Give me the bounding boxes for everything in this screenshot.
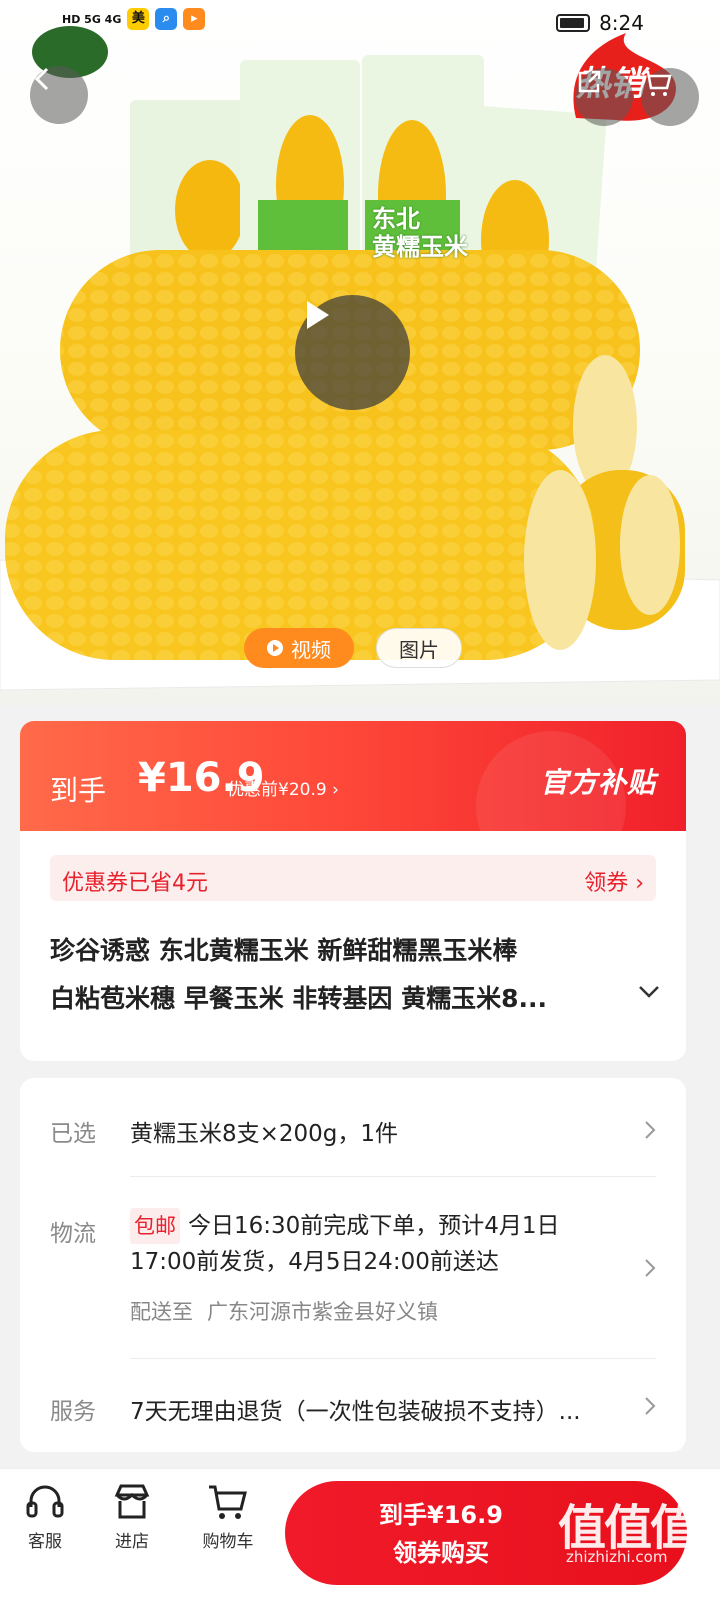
divider bbox=[130, 1358, 656, 1359]
store-label: 进店 bbox=[115, 1532, 149, 1552]
product-title-line2: 白粘苞米穗 早餐玉米 非转基因 黄糯玉米8... bbox=[50, 984, 547, 1013]
status-left: HD 5G 4G 美 ⌕ ▸ bbox=[62, 8, 206, 30]
service-value: 7天无理由退货（一次性包装破损不支持）... bbox=[130, 1399, 581, 1425]
original-price-link[interactable]: 优惠前¥20.9 › bbox=[227, 775, 339, 800]
coupon-saved-text: 优惠券已省4元 bbox=[62, 871, 208, 896]
cart-label: 购物车 bbox=[202, 1532, 254, 1552]
battery-icon bbox=[556, 14, 590, 32]
share-button[interactable] bbox=[575, 68, 633, 126]
customer-service-button[interactable]: 客服 bbox=[5, 1483, 85, 1552]
buy-price-text: 到手¥16.9 bbox=[379, 1501, 503, 1529]
ship-to: 配送至 广东河源市紫金县好义镇 bbox=[130, 1296, 438, 1326]
chevron-right-icon bbox=[645, 1121, 656, 1139]
package-text-line1: 东北 bbox=[372, 205, 420, 233]
product-title-line1: 珍谷诱惑 东北黄糯玉米 新鲜甜糯黑玉米棒 bbox=[50, 936, 518, 965]
official-subsidy-badge: 官方补贴 bbox=[539, 766, 656, 799]
chevron-right-icon bbox=[645, 1397, 656, 1415]
play-circle-icon bbox=[267, 640, 283, 656]
ship-to-address: 广东河源市紫金县好义镇 bbox=[207, 1300, 438, 1324]
media-tabs: 视频 图片 bbox=[244, 628, 462, 668]
package-2 bbox=[240, 60, 360, 275]
app-badge-search-icon: ⌕ bbox=[155, 8, 178, 30]
delivery-estimate: 包邮 今日16:30前完成下单，预计4月1日 17:00前发货，4月5日24:00… bbox=[130, 1208, 620, 1280]
cart-icon bbox=[209, 1485, 247, 1519]
service-label: 服务 bbox=[50, 1399, 96, 1425]
logistics-label: 物流 bbox=[50, 1221, 96, 1247]
product-media-gallery[interactable]: 东北 黄糯玉米 热销 视频 图片 bbox=[0, 0, 720, 705]
get-coupon-button[interactable]: 领券 › bbox=[584, 865, 644, 897]
price-banner: 到手 ¥16.9 优惠前¥20.9 › 官方补贴 bbox=[20, 721, 686, 881]
ship-to-label: 配送至 bbox=[130, 1300, 193, 1324]
chevron-right-icon bbox=[645, 1259, 656, 1277]
cart-icon bbox=[643, 70, 672, 96]
tab-image-label: 图片 bbox=[399, 637, 439, 662]
play-icon bbox=[307, 301, 329, 329]
customer-service-label: 客服 bbox=[28, 1532, 62, 1552]
app-badge-meituan: 美 bbox=[127, 8, 150, 30]
delivery-line1: 今日16:30前完成下单，预计4月1日 bbox=[188, 1213, 560, 1239]
spec-card: 已选 黄糯玉米8支×200g，1件 物流 包邮 今日16:30前完成下单，预计4月… bbox=[20, 1078, 686, 1452]
tab-image[interactable]: 图片 bbox=[376, 628, 462, 668]
product-title: 珍谷诱惑 东北黄糯玉米 新鲜甜糯黑玉米棒 白粘苞米穗 早餐玉米 非转基因 黄糯玉… bbox=[50, 927, 630, 1023]
selected-label: 已选 bbox=[50, 1121, 96, 1147]
app-badge-play-icon: ▸ bbox=[183, 8, 206, 30]
headset-icon bbox=[26, 1485, 64, 1518]
coupon-bar[interactable]: 优惠券已省4元 领券 › bbox=[50, 855, 656, 901]
final-price-label: 到手 bbox=[50, 774, 107, 807]
divider bbox=[130, 1176, 656, 1177]
package-1 bbox=[130, 100, 250, 270]
play-video-button[interactable] bbox=[295, 295, 410, 410]
buy-action-text: 领券购买 bbox=[393, 1539, 489, 1567]
share-icon bbox=[578, 70, 601, 93]
back-arrow-icon bbox=[34, 67, 49, 91]
package-text-line2: 黄糯玉米 bbox=[372, 233, 468, 261]
free-shipping-tag: 包邮 bbox=[130, 1208, 180, 1244]
status-bar: HD 5G 4G 美 ⌕ ▸ 8:24 bbox=[0, 0, 720, 48]
network-indicators: HD 5G 4G bbox=[62, 12, 122, 26]
delivery-line2: 17:00前发货，4月5日24:00前送达 bbox=[130, 1249, 499, 1275]
cart-button[interactable]: 购物车 bbox=[188, 1483, 268, 1552]
chevron-down-icon[interactable] bbox=[638, 985, 660, 999]
back-button[interactable] bbox=[30, 66, 88, 124]
selected-value: 黄糯玉米8支×200g，1件 bbox=[130, 1121, 399, 1147]
cart-top-button[interactable] bbox=[641, 68, 699, 126]
clock: 8:24 bbox=[599, 11, 644, 35]
tab-video[interactable]: 视频 bbox=[244, 628, 354, 668]
watermark-url: zhizhizhi.com bbox=[566, 1548, 668, 1566]
package-text: 东北 黄糯玉米 bbox=[372, 205, 468, 261]
price-info-card: 到手 ¥16.9 优惠前¥20.9 › 官方补贴 优惠券已省4元 领券 › 珍谷… bbox=[20, 721, 686, 1061]
corn-cob-front bbox=[5, 430, 596, 660]
tab-video-label: 视频 bbox=[291, 637, 331, 662]
store-button[interactable]: 进店 bbox=[92, 1483, 172, 1552]
store-icon bbox=[114, 1484, 150, 1519]
